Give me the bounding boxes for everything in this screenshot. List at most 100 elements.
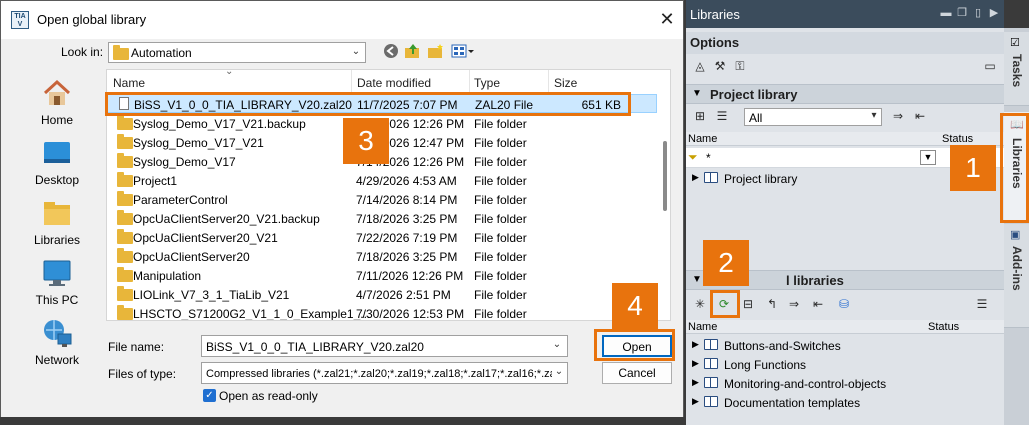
project-library-header[interactable]: ▼ Project library	[686, 84, 1004, 104]
folder-row[interactable]: LIOLink_V7_3_1_TiaLib_V21 4/7/2026 2:51 …	[107, 285, 657, 304]
folder-icon	[117, 267, 133, 282]
folder-icon	[117, 134, 133, 149]
cancel-button[interactable]: Cancel	[602, 362, 672, 384]
folder-row[interactable]: Project1 4/29/2026 4:53 AM File folder	[107, 171, 657, 190]
folder-row[interactable]: OpcUaClientServer20_V21.backup 7/18/2026…	[107, 209, 657, 228]
minimize-icon[interactable]: ▬	[940, 7, 952, 19]
vertical-scrollbar[interactable]	[663, 141, 667, 211]
collapse-icon: ▼	[692, 88, 702, 99]
folder-name: Manipulation	[133, 269, 202, 283]
folder-icon	[117, 305, 133, 320]
close-button[interactable]: ✕	[655, 7, 679, 31]
global-library-label: Documentation templates	[724, 396, 861, 410]
expand-icon: ▶	[692, 377, 699, 387]
library-book-icon	[704, 396, 718, 407]
place-this-pc[interactable]: This PC	[15, 257, 99, 307]
lookin-combo[interactable]: Automation ⌄	[108, 42, 366, 63]
view-menu-icon[interactable]	[450, 43, 476, 63]
filter-dropdown-icon[interactable]: ▼	[920, 150, 936, 165]
chevron-down-icon: ⌄	[554, 366, 564, 377]
filter-select[interactable]: All ▾	[744, 108, 882, 126]
options-header: Options	[686, 32, 1004, 54]
global-library-node[interactable]: ▶ Long Functions	[686, 355, 1004, 374]
folder-row[interactable]: LHSCTO_S71200G2_V1_1_0_Example1_... 7/30…	[107, 304, 657, 321]
column-type[interactable]: Type	[474, 76, 500, 90]
float-icon[interactable]: ❐	[956, 7, 968, 19]
folder-row[interactable]: OpcUaClientServer20 7/18/2026 3:25 PM Fi…	[107, 247, 657, 266]
global-grid-status-label: Status	[928, 321, 960, 333]
global-grid-name-label: Name	[688, 321, 718, 333]
column-name[interactable]: Name	[113, 76, 145, 90]
folder-name: OpcUaClientServer20_V21	[133, 231, 278, 245]
project-library-icon	[704, 172, 718, 183]
global-library-node[interactable]: ▶ Documentation templates	[686, 393, 1004, 412]
project-library-item-label: Project library	[724, 172, 798, 186]
library-view-icon[interactable]: ◬	[692, 58, 708, 74]
folder-row[interactable]: Manipulation 7/11/2026 12:26 PM File fol…	[107, 266, 657, 285]
list-view-icon[interactable]: ☰	[974, 296, 990, 312]
new-folder-icon[interactable]	[426, 43, 446, 63]
place-network-label: Network	[34, 353, 79, 367]
expand-icon: ▶	[692, 396, 699, 406]
folder-type: File folder	[474, 269, 527, 283]
folder-icon	[117, 229, 133, 244]
libraries-panel: Libraries ▬ ❐ ▯ ▶ Options ◬ ⚒ ⚿ ▭ ▼ Proj…	[686, 0, 1004, 425]
move-left-icon[interactable]: ⇤	[912, 108, 928, 124]
library-book-icon	[704, 377, 718, 388]
list-view-icon[interactable]: ☰	[714, 108, 730, 124]
global-grid-header: Name Status	[686, 320, 1004, 334]
folder-date: 7/18/2026 3:25 PM	[356, 250, 458, 264]
library-lock-icon[interactable]: ⚿	[732, 58, 748, 74]
folder-date: 4/7/2026 2:51 PM	[356, 288, 451, 302]
readonly-checkbox[interactable]: ✓	[203, 389, 216, 402]
restore-icon[interactable]: ▯	[972, 7, 984, 19]
folder-row[interactable]: ParameterControl 7/14/2026 8:14 PM File …	[107, 190, 657, 209]
column-separator	[548, 70, 549, 92]
folder-name: Project1	[133, 174, 178, 188]
folder-type: File folder	[474, 193, 527, 207]
expand-icon: ▶	[692, 358, 699, 368]
global-library-label: Buttons-and-Switches	[724, 339, 841, 353]
database-icon[interactable]: ⛁	[836, 296, 852, 312]
folder-row[interactable]: OpcUaClientServer20_V21 7/22/2026 7:19 P…	[107, 228, 657, 247]
place-libraries[interactable]: Libraries	[15, 197, 99, 247]
filename-input[interactable]: BiSS_V1_0_0_TIA_LIBRARY_V20.zal20 ⌄	[201, 335, 568, 357]
place-home-label: Home	[40, 113, 73, 127]
folder-name: LIOLink_V7_3_1_TiaLib_V21	[133, 288, 290, 302]
library-tool-icon[interactable]: ⚒	[712, 58, 728, 74]
global-library-node[interactable]: ▶ Monitoring-and-control-objects	[686, 374, 1004, 393]
place-desktop[interactable]: Desktop	[15, 137, 99, 187]
place-home[interactable]: Home	[15, 77, 99, 127]
filename-label: File name:	[108, 340, 165, 354]
move-left-icon[interactable]: ⇤	[810, 296, 826, 312]
move-right-icon[interactable]: ⇒	[786, 296, 802, 312]
tab-tasks[interactable]: ☑ Tasks	[1004, 32, 1029, 106]
add-ins-icon: ▣	[1010, 229, 1021, 241]
library-book-icon	[704, 358, 718, 369]
window-icon[interactable]: ▭	[982, 58, 998, 74]
global-library-label: Monitoring-and-control-objects	[724, 377, 887, 391]
side-tab-strip: ☑ Tasks 📖 Libraries ▣ Add-ins	[1004, 28, 1029, 425]
new-library-icon[interactable]: ✳	[692, 296, 708, 312]
save-library-icon[interactable]: ⊟	[740, 296, 756, 312]
highlight-selected-file	[105, 92, 631, 116]
libraries-icon	[41, 197, 73, 229]
column-size[interactable]: Size	[554, 76, 577, 90]
global-library-node[interactable]: ▶ Buttons-and-Switches	[686, 336, 1004, 355]
column-date[interactable]: Date modified	[357, 76, 431, 90]
collapse-icon: ▼	[692, 274, 702, 285]
tab-add-ins[interactable]: ▣ Add-ins	[1004, 224, 1029, 328]
back-icon[interactable]	[381, 43, 401, 63]
highlight-open-global-library	[710, 290, 740, 318]
new-folder-icon[interactable]: ⊞	[692, 108, 708, 124]
move-right-icon[interactable]: ⇒	[890, 108, 906, 124]
chevron-down-icon: ⌄	[351, 46, 361, 57]
grid-status-label: Status	[942, 133, 974, 145]
place-network[interactable]: Network	[15, 317, 99, 367]
up-folder-icon[interactable]	[403, 43, 423, 63]
folder-date: 7/30/2026 12:53 PM	[356, 307, 465, 321]
expand-right-icon[interactable]: ▶	[988, 7, 1000, 19]
callout-4: 4	[612, 283, 658, 329]
filetype-select[interactable]: Compressed libraries (*.zal21;*.zal20;*.…	[201, 362, 568, 384]
close-library-icon[interactable]: ↰	[764, 296, 780, 312]
